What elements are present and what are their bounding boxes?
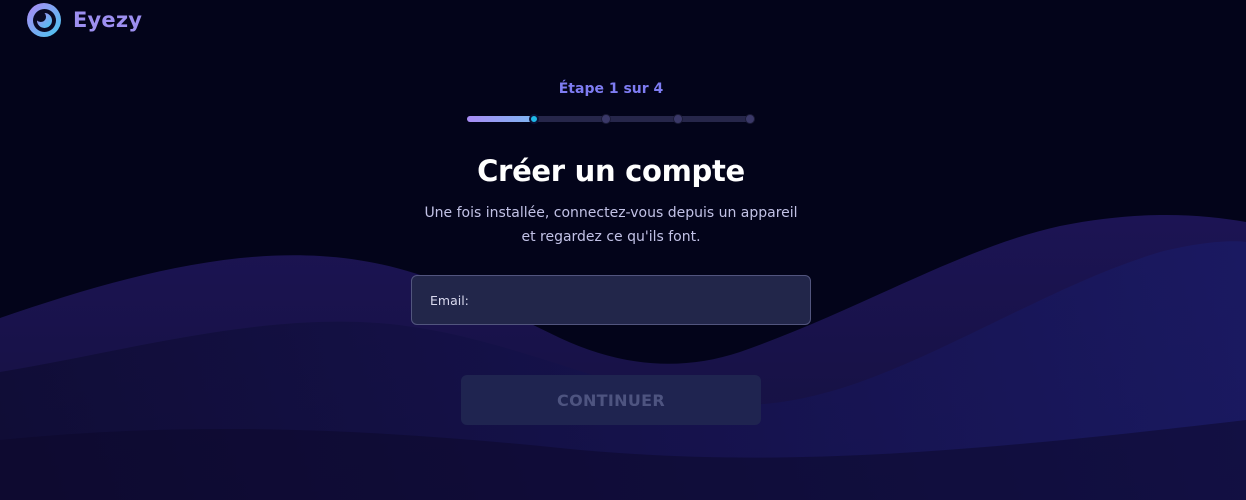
email-field[interactable]: Email: [411,275,811,325]
background-waves [0,215,1246,500]
step-dot-4 [745,114,755,124]
eyezy-logo-icon [27,3,61,37]
page-title: Créer un compte [477,154,745,188]
step-dot-1 [529,114,539,124]
step-progress-bar [467,114,755,124]
brand-name: Eyezy [73,8,143,32]
step-dot-3 [673,114,683,124]
email-input[interactable] [468,275,810,325]
signup-page: Eyezy Étape 1 sur 4 Créer un compte Une … [0,0,1246,500]
brand-header[interactable]: Eyezy [26,2,142,38]
step-indicator-label: Étape 1 sur 4 [558,81,664,97]
subtitle-line-2: et regardez ce qu'ils font. [521,229,701,245]
page-subtitle: Une fois installée, connectez-vous depui… [0,201,1222,249]
email-label: Email: [430,292,469,308]
progress-fill [467,116,532,122]
continue-button[interactable]: CONTINUER [461,375,761,425]
step-dot-2 [601,114,611,124]
subtitle-line-1: Une fois installée, connectez-vous depui… [424,205,798,221]
